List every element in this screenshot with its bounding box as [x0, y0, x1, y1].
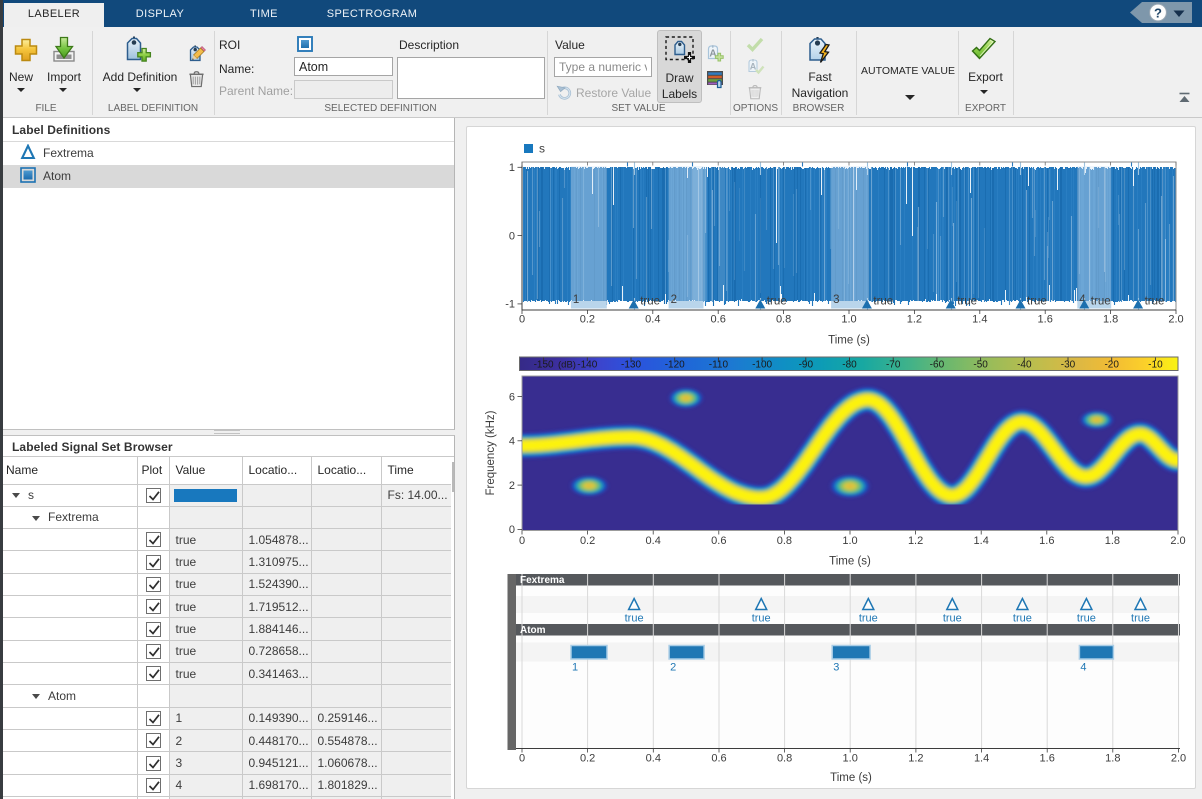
svg-text:true: true	[943, 613, 962, 625]
svg-text:1.0: 1.0	[843, 753, 858, 765]
svg-text:0: 0	[509, 524, 515, 536]
svg-text:-1: -1	[505, 299, 515, 311]
svg-text:3: 3	[833, 662, 839, 674]
svg-text:0.4: 0.4	[645, 314, 660, 326]
svg-text:-80: -80	[842, 360, 857, 371]
svg-text:0: 0	[509, 230, 515, 242]
svg-text:-40: -40	[1017, 360, 1032, 371]
svg-text:-60: -60	[930, 360, 945, 371]
svg-text:-30: -30	[1061, 360, 1076, 371]
svg-text:true: true	[859, 613, 878, 625]
svg-text:Frequency (kHz): Frequency (kHz)	[485, 410, 497, 495]
svg-text:(dB): (dB)	[558, 360, 576, 371]
svg-text:true: true	[640, 296, 660, 308]
svg-text:?: ?	[1154, 5, 1162, 20]
svg-text:2.0: 2.0	[1168, 314, 1183, 326]
svg-text:1.8: 1.8	[1105, 535, 1120, 547]
svg-text:true: true	[752, 613, 771, 625]
svg-text:true: true	[1013, 613, 1032, 625]
svg-text:Atom: Atom	[520, 625, 546, 636]
svg-text:0.6: 0.6	[711, 314, 726, 326]
svg-text:1.0: 1.0	[842, 535, 857, 547]
svg-text:-110: -110	[709, 360, 729, 371]
svg-text:true: true	[1145, 296, 1165, 308]
svg-text:-70: -70	[886, 360, 901, 371]
svg-text:-150: -150	[534, 360, 554, 371]
svg-text:true: true	[1131, 613, 1150, 625]
svg-text:-120: -120	[665, 360, 685, 371]
svg-text:6: 6	[509, 391, 515, 403]
svg-text:true: true	[625, 613, 644, 625]
svg-text:0: 0	[519, 535, 525, 547]
svg-text:-130: -130	[621, 360, 641, 371]
svg-text:1: 1	[572, 662, 578, 674]
svg-text:1.2: 1.2	[908, 535, 923, 547]
svg-text:true: true	[873, 296, 893, 308]
svg-text:1.8: 1.8	[1103, 314, 1118, 326]
svg-text:s: s	[539, 142, 545, 156]
svg-text:Time (s): Time (s)	[830, 772, 872, 784]
svg-text:2.0: 2.0	[1170, 535, 1185, 547]
svg-text:1: 1	[573, 294, 579, 306]
svg-text:true: true	[1027, 296, 1047, 308]
svg-text:1: 1	[509, 162, 515, 174]
svg-text:2: 2	[509, 480, 515, 492]
svg-text:Fextrema: Fextrema	[520, 575, 565, 586]
svg-text:4: 4	[509, 436, 515, 448]
svg-text:1.6: 1.6	[1039, 535, 1054, 547]
svg-text:0.2: 0.2	[580, 535, 595, 547]
svg-text:3: 3	[833, 294, 839, 306]
svg-text:2: 2	[671, 294, 677, 306]
svg-text:1.0: 1.0	[841, 314, 856, 326]
svg-text:1.8: 1.8	[1105, 753, 1120, 765]
svg-text:1.6: 1.6	[1040, 753, 1055, 765]
svg-text:0.2: 0.2	[580, 314, 595, 326]
svg-text:-140: -140	[577, 360, 597, 371]
svg-text:0: 0	[519, 314, 525, 326]
svg-text:1.6: 1.6	[1038, 314, 1053, 326]
svg-text:0.2: 0.2	[580, 753, 595, 765]
svg-text:1.2: 1.2	[907, 314, 922, 326]
svg-text:true: true	[1091, 296, 1111, 308]
svg-text:0.4: 0.4	[646, 753, 661, 765]
svg-text:-100: -100	[752, 360, 772, 371]
svg-text:true: true	[957, 296, 977, 308]
svg-text:A: A	[750, 62, 757, 72]
svg-text:4: 4	[1080, 662, 1086, 674]
svg-text:1.4: 1.4	[974, 753, 989, 765]
svg-text:true: true	[1077, 613, 1096, 625]
svg-text:0.6: 0.6	[711, 753, 726, 765]
svg-text:Time (s): Time (s)	[828, 335, 870, 347]
svg-text:0.4: 0.4	[646, 535, 661, 547]
svg-text:0.8: 0.8	[777, 753, 792, 765]
svg-text:-90: -90	[799, 360, 814, 371]
svg-text:0.8: 0.8	[776, 314, 791, 326]
svg-text:true: true	[767, 296, 787, 308]
svg-text:Time (s): Time (s)	[829, 556, 871, 568]
svg-text:2.0: 2.0	[1171, 753, 1186, 765]
svg-text:-10: -10	[1148, 360, 1163, 371]
svg-text:-20: -20	[1104, 360, 1119, 371]
svg-text:0.6: 0.6	[711, 535, 726, 547]
svg-text:1.4: 1.4	[974, 535, 989, 547]
svg-text:1.2: 1.2	[908, 753, 923, 765]
svg-text:1.4: 1.4	[972, 314, 987, 326]
svg-text:0.8: 0.8	[777, 535, 792, 547]
svg-text:-50: -50	[973, 360, 988, 371]
svg-text:2: 2	[670, 662, 676, 674]
svg-text:0: 0	[519, 753, 525, 765]
